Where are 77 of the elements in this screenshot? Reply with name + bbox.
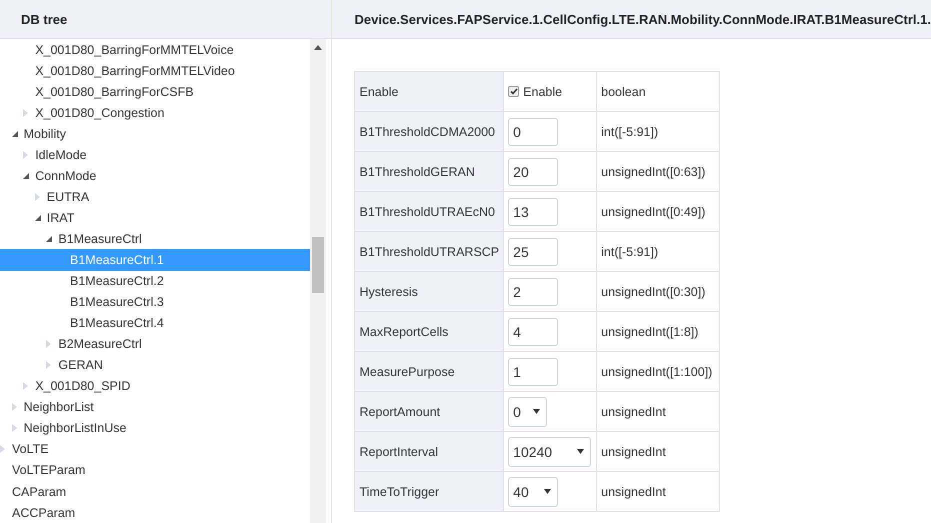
parameter-type: int([-5:91]) — [596, 232, 720, 272]
parameter-type: unsignedInt — [596, 472, 720, 512]
parameter-type: boolean — [596, 72, 720, 112]
collapsed-triangle-icon[interactable] — [23, 382, 28, 390]
parameter-name: ReportAmount — [354, 392, 504, 432]
tree-item[interactable]: B1MeasureCtrl.4 — [0, 312, 310, 334]
collapsed-triangle-icon[interactable] — [46, 340, 52, 348]
parameter-type: unsignedInt — [596, 432, 720, 472]
scroll-up-icon[interactable] — [314, 45, 322, 50]
parameter-type: int([-5:91]) — [596, 112, 720, 152]
parameter-type: unsignedInt([0:30]) — [596, 272, 720, 312]
tree-item[interactable]: B1MeasureCtrl.3 — [0, 292, 310, 313]
collapsed-triangle-icon[interactable] — [12, 403, 17, 412]
parameter-name: ReportInterval — [354, 432, 504, 472]
parameter-name: TimeToTrigger — [354, 472, 504, 512]
path-title: Device.Services.FAPService.1.CellConfig.LTE.RAN.Mobility.ConnMode.IRAT.B1MeasureCtrl.1. — [354, 12, 931, 26]
tree-item[interactable]: ACCParam — [0, 502, 310, 523]
value-field[interactable]: 2 — [508, 278, 558, 306]
scrollbar[interactable] — [310, 39, 326, 523]
parameter-name: B1ThresholdUTRARSCP — [354, 232, 504, 272]
expanded-triangle-icon[interactable] — [23, 172, 30, 179]
parameter-name: B1ThresholdUTRAEcN0 — [354, 192, 504, 232]
value-field[interactable]: 20 — [508, 158, 558, 186]
tree-item[interactable]: Mobility — [0, 123, 310, 144]
tree-item[interactable]: VoLTE — [0, 438, 310, 460]
tree-item[interactable]: B2MeasureCtrl — [0, 334, 310, 355]
parameter-name: MeasurePurpose — [354, 352, 504, 392]
collapsed-triangle-icon[interactable] — [23, 108, 28, 117]
tree-item[interactable]: GERAN — [0, 354, 310, 376]
tree-item[interactable]: B1MeasureCtrl.2 — [0, 270, 310, 292]
panel-title: DB tree — [21, 12, 68, 26]
parameter-type: unsignedInt — [596, 392, 720, 432]
expanded-triangle-icon[interactable] — [34, 214, 41, 221]
scrollbar-thumb[interactable] — [312, 237, 324, 293]
tree-item[interactable]: X_001D80_BarringForMMTELVoice — [0, 39, 310, 60]
collapsed-triangle-icon[interactable] — [23, 150, 28, 159]
value-field[interactable]: 13 — [508, 198, 558, 226]
value-dropdown[interactable]: 10240 — [508, 436, 592, 466]
collapsed-triangle-icon[interactable] — [46, 361, 52, 370]
value-field[interactable]: 4 — [508, 318, 558, 346]
tree-item[interactable]: X_001D80_Congestion — [0, 102, 310, 124]
parameter-name: MaxReportCells — [354, 312, 504, 352]
parameter-name: Hysteresis — [354, 272, 504, 312]
caret-icon — [533, 409, 540, 414]
tree-item[interactable]: ConnMode — [0, 165, 310, 186]
tree-item[interactable]: IRAT — [0, 207, 310, 228]
tree-item[interactable]: EUTRA — [0, 186, 310, 208]
checkbox-label: Enable — [523, 84, 562, 98]
value-field[interactable]: 0 — [508, 118, 558, 146]
expanded-triangle-icon[interactable] — [12, 130, 18, 137]
caret-icon — [577, 449, 584, 454]
tree-item[interactable]: X_001D80_BarringForCSFB — [0, 81, 310, 102]
collapsed-triangle-icon[interactable] — [12, 424, 17, 432]
parameter-type: unsignedInt([0:63]) — [596, 152, 720, 192]
parameter-name: Enable — [354, 72, 504, 112]
parameter-type: unsignedInt([1:100]) — [596, 352, 720, 392]
tree-item[interactable]: VoLTEParam — [0, 460, 310, 481]
parameter-name: B1ThresholdCDMA2000 — [354, 112, 504, 152]
parameter-name: B1ThresholdGERAN — [354, 152, 504, 192]
value-field[interactable]: 1 — [508, 358, 558, 386]
value-field[interactable]: 25 — [508, 238, 558, 266]
tree-item[interactable]: IdleMode — [0, 144, 310, 166]
value-dropdown[interactable]: 40 — [508, 476, 558, 506]
tree-item[interactable]: NeighborListInUse — [0, 418, 310, 439]
parameter-type: unsignedInt([1:8]) — [596, 312, 720, 352]
tree-item[interactable]: NeighborList — [0, 396, 310, 418]
tree-item[interactable]: X_001D80_BarringForMMTELVideo — [0, 60, 310, 82]
checkbox[interactable] — [508, 86, 520, 97]
tree-item[interactable]: B1MeasureCtrl — [0, 228, 310, 250]
collapsed-triangle-icon[interactable] — [0, 445, 5, 454]
collapsed-triangle-icon[interactable] — [34, 192, 40, 201]
parameter-type: unsignedInt([0:49]) — [596, 192, 720, 232]
tree-item[interactable]: CAParam — [0, 480, 310, 502]
expanded-triangle-icon[interactable] — [46, 236, 52, 242]
value-dropdown[interactable]: 0 — [508, 396, 548, 426]
caret-icon — [544, 489, 552, 494]
tree-item[interactable]: X_001D80_SPID — [0, 376, 310, 397]
